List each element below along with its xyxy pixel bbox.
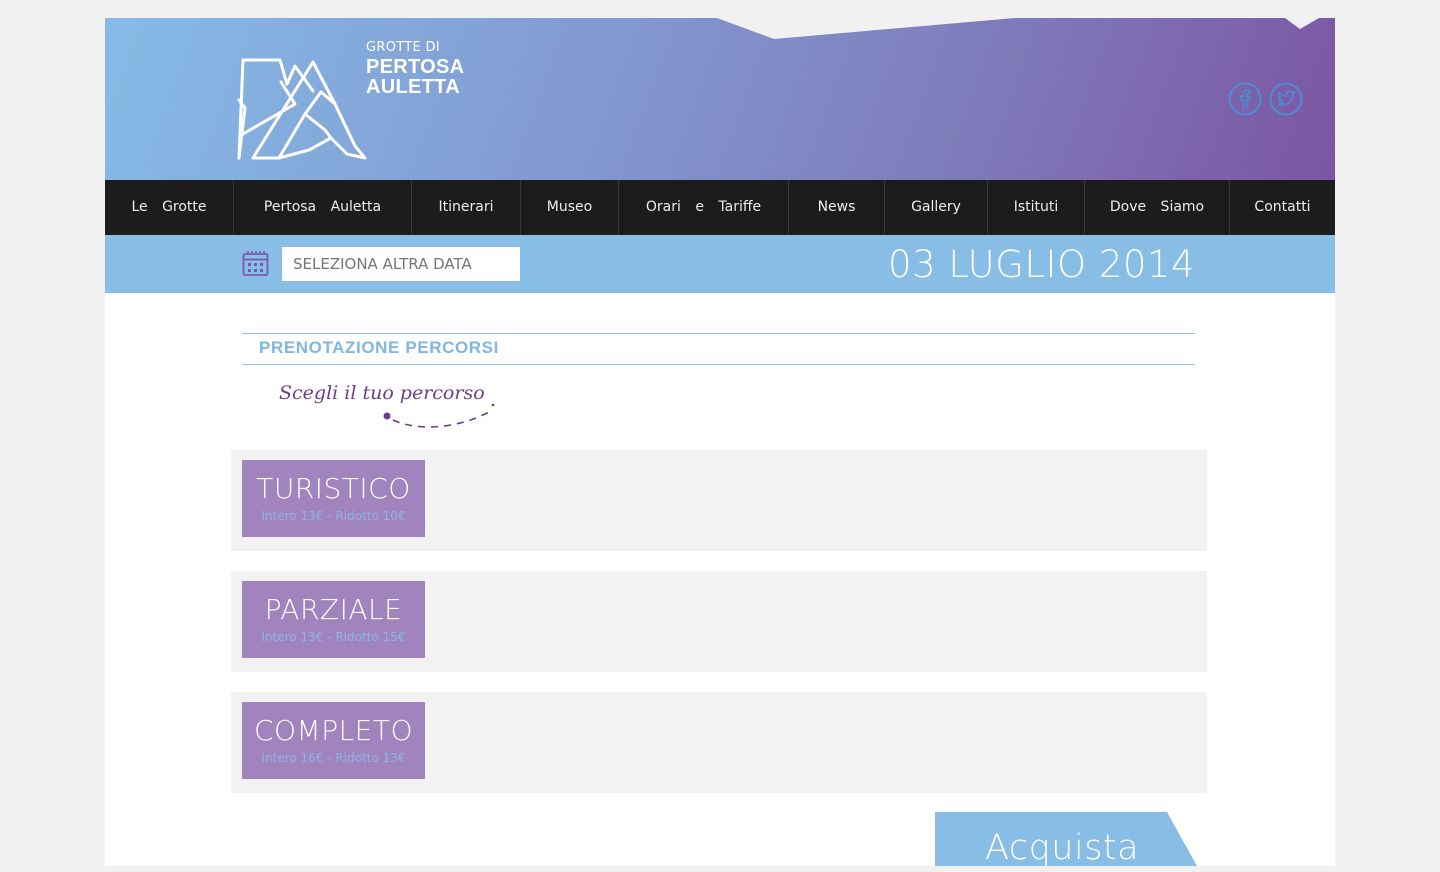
nav-item-museo[interactable]: Museo [521, 180, 619, 235]
brand-line-1: GROTTE DI [366, 40, 440, 55]
nav-item-itinerari[interactable]: Itinerari [412, 180, 521, 235]
logo-mountain-icon[interactable] [235, 56, 370, 162]
route-name: COMPLETO [253, 714, 414, 747]
nav-item-dove-siamo[interactable]: Dove Siamo [1085, 180, 1230, 235]
nav-item-le-grotte[interactable]: Le Grotte [105, 180, 234, 235]
route-row-parziale: PARZIALE Intero 13€ - Ridotto 15€ [231, 571, 1207, 672]
route-card-completo[interactable]: COMPLETO Intero 16€ - Ridotto 13€ [242, 702, 425, 779]
route-price: Intero 13€ - Ridotto 10€ [261, 509, 406, 523]
facebook-link[interactable] [1228, 82, 1262, 116]
twitter-icon [1269, 82, 1303, 116]
brand-name[interactable]: GROTTE DI PERTOSA AULETTA [366, 41, 464, 97]
header-notch-shape [105, 18, 1335, 39]
section-rule-top [242, 333, 1195, 334]
route-name: PARZIALE [264, 593, 403, 626]
nav-item-istituti[interactable]: Istituti [988, 180, 1085, 235]
route-row-turistico: TURISTICO Intero 13€ - Ridotto 10€ [231, 450, 1207, 551]
nav-item-news[interactable]: News [789, 180, 885, 235]
section-rule-bottom [242, 364, 1195, 365]
nav-item-orari-tariffe[interactable]: Orari e Tariffe [619, 180, 789, 235]
buy-button-label[interactable]: Acquista [985, 824, 1139, 872]
facebook-icon [1228, 82, 1262, 116]
dotted-trail-decoration [383, 403, 495, 428]
nav-item-gallery[interactable]: Gallery [885, 180, 988, 235]
route-card-parziale[interactable]: PARZIALE Intero 13€ - Ridotto 15€ [242, 581, 425, 658]
route-price: Intero 16€ - Ridotto 13€ [261, 751, 406, 765]
select-date-input[interactable] [282, 247, 520, 281]
route-card-turistico[interactable]: TURISTICO Intero 13€ - Ridotto 10€ [242, 460, 425, 537]
section-title: PRENOTAZIONE PERCORSI [259, 338, 499, 357]
choose-route-subtitle: Scegli il tuo percorso [279, 382, 485, 404]
brand-line-3: AULETTA [366, 76, 460, 98]
calendar-icon[interactable] [242, 250, 269, 277]
route-price: Intero 13€ - Ridotto 15€ [261, 630, 406, 644]
route-name: TURISTICO [256, 472, 411, 505]
route-row-completo: COMPLETO Intero 16€ - Ridotto 13€ [231, 692, 1207, 793]
nav-item-contatti[interactable]: Contatti [1230, 180, 1335, 235]
date-bar: 03 LUGLIO 2014 [105, 235, 1335, 293]
twitter-link[interactable] [1269, 82, 1303, 116]
current-date: 03 LUGLIO 2014 [888, 243, 1195, 286]
brand-line-2: PERTOSA [366, 56, 465, 78]
page: GROTTE DI PERTOSA AULETTA Le Grotte Pert… [105, 18, 1335, 868]
site-header: GROTTE DI PERTOSA AULETTA [105, 18, 1335, 180]
nav-item-pertosa-auletta[interactable]: Pertosa Auletta [234, 180, 412, 235]
main-navigation: Le Grotte Pertosa Auletta Itinerari Muse… [105, 180, 1335, 235]
